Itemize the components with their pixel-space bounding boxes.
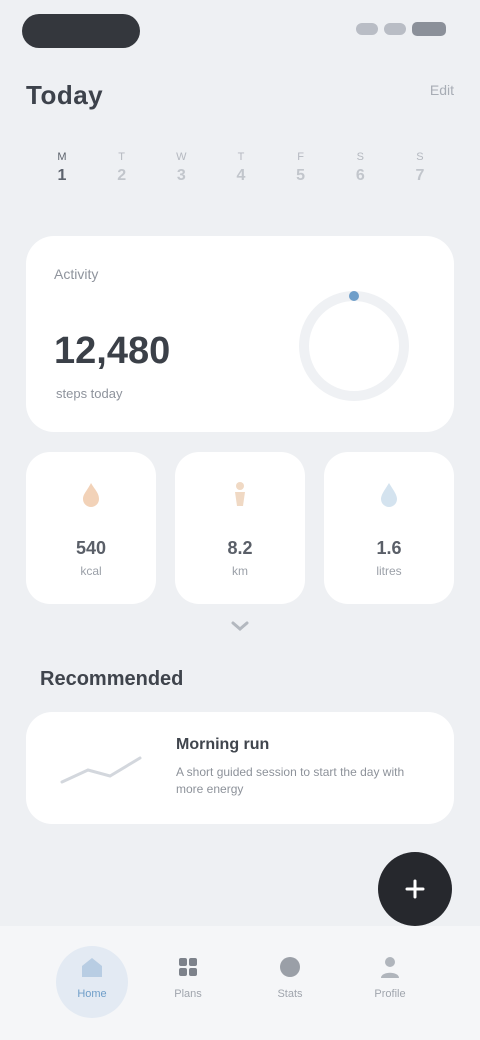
day-number: 5	[296, 167, 306, 184]
day-name: M	[57, 151, 67, 163]
progress-ring	[299, 291, 409, 401]
tab-home[interactable]: Home	[52, 952, 132, 1018]
day-item[interactable]: T2	[96, 138, 148, 198]
day-item[interactable]: T4	[215, 138, 267, 198]
tab-label: Home	[77, 988, 107, 1000]
home-icon	[82, 958, 102, 977]
day-name: W	[176, 151, 187, 163]
metric-value: 1.6	[376, 538, 402, 558]
day-number: 4	[236, 167, 246, 184]
flame-icon	[83, 483, 99, 507]
day-name: F	[297, 151, 304, 163]
tab-label: Profile	[374, 988, 406, 1000]
tab-bar: Home Plans Stats Profile	[0, 926, 480, 1040]
day-item[interactable]: S7	[394, 138, 446, 198]
page-header: Today Edit	[26, 72, 454, 118]
tab-profile[interactable]: Profile	[350, 952, 430, 1018]
add-button[interactable]	[378, 852, 452, 926]
week-strip: M1 T2 W3 T4 F5 S6 S7	[36, 138, 446, 200]
expand-more-button[interactable]	[0, 618, 480, 639]
day-number: 7	[415, 167, 425, 184]
signal-icon	[356, 23, 378, 35]
recommendation-card[interactable]: Morning run A short guided session to st…	[26, 712, 454, 824]
status-icons	[356, 22, 446, 36]
metric-card[interactable]: 8.2 km	[175, 452, 305, 604]
chevron-down-icon	[231, 621, 249, 631]
metric-card[interactable]: 540 kcal	[26, 452, 156, 604]
recommendation-description: A short guided session to start the day …	[176, 765, 405, 796]
metrics-row: 540 kcal 8.2 km 1.6 litres	[26, 452, 454, 604]
day-name: T	[118, 151, 126, 163]
plus-icon	[405, 879, 425, 899]
trend-icon	[60, 756, 142, 784]
tab-plans[interactable]: Plans	[148, 952, 228, 1018]
edit-button[interactable]: Edit	[430, 82, 454, 98]
day-item[interactable]: F5	[275, 138, 327, 198]
recommendation-title: Morning run	[176, 736, 270, 753]
summary-label: Activity	[54, 266, 99, 282]
tab-label: Stats	[277, 988, 303, 1000]
status-bar	[0, 0, 480, 56]
day-item[interactable]: W3	[155, 138, 207, 198]
section-title: Recommended	[40, 668, 184, 690]
summary-card[interactable]: Activity 12,480 steps today	[26, 236, 454, 432]
page-title: Today	[26, 80, 104, 110]
day-number: 3	[176, 167, 186, 184]
drop-icon	[381, 483, 397, 507]
tab-stats[interactable]: Stats	[250, 952, 330, 1018]
person-icon	[381, 957, 399, 978]
day-name: S	[416, 151, 424, 163]
summary-subtitle: steps today	[56, 386, 123, 401]
day-number: 6	[355, 167, 365, 184]
day-item[interactable]: S6	[334, 138, 386, 198]
metric-value: 8.2	[227, 538, 253, 558]
metric-label: kcal	[80, 564, 102, 578]
metric-label: km	[232, 564, 248, 578]
tab-label: Plans	[174, 988, 202, 1000]
day-name: S	[356, 151, 364, 163]
battery-icon	[412, 22, 446, 36]
day-number: 1	[57, 167, 67, 184]
metric-label: litres	[376, 564, 402, 578]
day-item[interactable]: M1	[36, 138, 88, 198]
metric-card[interactable]: 1.6 litres	[324, 452, 454, 604]
chart-icon	[280, 957, 300, 977]
summary-value: 12,480	[54, 330, 171, 372]
day-name: T	[237, 151, 245, 163]
wifi-icon	[384, 23, 406, 35]
grid-icon	[179, 958, 197, 976]
day-number: 2	[117, 167, 127, 184]
status-time-pill	[22, 14, 140, 48]
figure-icon	[235, 482, 245, 506]
metric-value: 540	[75, 538, 107, 558]
